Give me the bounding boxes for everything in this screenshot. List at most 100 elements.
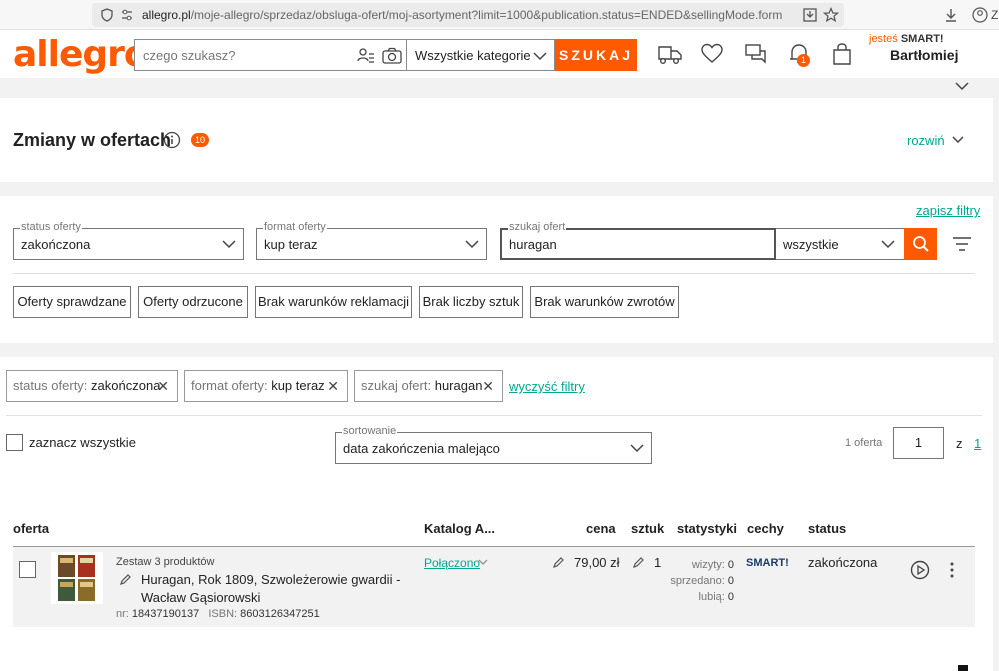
quick-filter-no-returns[interactable]: Brak warunków zwrotów [530, 286, 679, 318]
search-history-icon[interactable] [357, 47, 375, 65]
pencil-icon[interactable] [632, 556, 645, 569]
chevron-down-icon [478, 559, 488, 565]
col-header-features: cechy [747, 521, 784, 536]
active-filter-chip-status[interactable]: status oferty: zakończona ✕ [6, 370, 178, 402]
chevron-down-icon [955, 82, 969, 91]
last-page-link[interactable]: 1 [974, 436, 981, 451]
offer-identifiers: nr: 18437190137 ISBN: 8603126347251 [116, 608, 320, 620]
format-filter-value: kup teraz [264, 237, 318, 252]
close-icon[interactable]: ✕ [157, 371, 169, 401]
status-filter-label: status oferty [20, 221, 82, 233]
chevron-down-icon [630, 444, 644, 453]
pencil-icon[interactable] [552, 556, 565, 569]
cart-bag-icon[interactable] [832, 42, 852, 66]
offer-thumbnail[interactable] [51, 552, 103, 604]
messages-icon[interactable] [745, 43, 767, 65]
sort-select[interactable]: sortowanie data zakończenia malejąco [335, 425, 652, 464]
book-set-image-icon [58, 555, 95, 601]
quick-filter-checked[interactable]: Oferty sprawdzane [13, 286, 131, 318]
close-icon[interactable]: ✕ [482, 371, 494, 401]
reader-mode-icon[interactable] [802, 7, 818, 23]
offer-search-label: szukaj ofert [508, 221, 567, 233]
divider [13, 273, 975, 274]
expand-link[interactable]: rozwiń [907, 133, 945, 148]
changes-title: Zmiany w ofertach [13, 130, 172, 150]
col-header-catalog[interactable]: Katalog A... [424, 521, 495, 536]
divider [6, 415, 982, 416]
smart-feature-badge: SMART! [746, 557, 789, 569]
col-header-stats[interactable]: statystyki [677, 521, 737, 536]
select-all-checkbox[interactable] [6, 434, 23, 451]
heart-icon[interactable] [701, 43, 723, 65]
shield-icon [101, 8, 113, 22]
sort-label: sortowanie [342, 425, 398, 437]
browser-toolbar: allegro.pl/moje-allegro/sprzedaz/obsluga… [0, 0, 999, 30]
filters-panel: zapisz filtry status oferty zakończona f… [0, 196, 993, 343]
allegro-logo[interactable]: allegro [13, 34, 149, 75]
changes-count-badge: 10 [191, 133, 209, 147]
save-filters-link[interactable]: zapisz filtry [916, 203, 980, 218]
offer-price: 79,00 zł [574, 555, 620, 570]
offer-search-value: huragan [509, 237, 557, 252]
info-icon[interactable] [163, 131, 181, 149]
catalog-status-link[interactable]: Połączono [424, 556, 480, 570]
download-icon[interactable] [943, 7, 959, 23]
quick-filter-rejected[interactable]: Oferty odrzucone [138, 286, 248, 318]
offer-title[interactable]: Huragan, Rok 1809, Szwoleżerowie gwardii… [141, 571, 400, 607]
page-input[interactable]: 1 [893, 427, 944, 459]
search-scope-select[interactable]: wszystkie [776, 228, 905, 260]
address-bar[interactable]: allegro.pl/moje-allegro/sprzedaz/obsluga… [92, 3, 844, 27]
offer-count: 1 oferta [845, 437, 883, 449]
offer-status: zakończona [808, 555, 878, 570]
camera-icon[interactable] [382, 47, 402, 65]
smart-status[interactable]: jesteś SMART! [869, 33, 944, 45]
clear-filters-link[interactable]: wyczyść filtry [509, 379, 585, 394]
category-select[interactable]: Wszystkie kategorie [407, 39, 555, 71]
site-settings-icon[interactable] [120, 8, 134, 22]
profile-letter: Z [991, 8, 999, 22]
close-icon[interactable]: ✕ [327, 371, 339, 401]
search-button[interactable]: SZUKAJ [555, 39, 637, 71]
play-resume-icon[interactable] [910, 560, 930, 580]
page-of-label: z [956, 436, 963, 451]
search-icon [913, 236, 929, 252]
col-header-price[interactable]: cena [586, 521, 616, 536]
delivery-truck-icon[interactable] [655, 43, 683, 65]
col-header-quantity[interactable]: sztuk [631, 521, 664, 536]
star-icon[interactable] [823, 7, 839, 23]
site-header: allegro czego szukasz? Wszystkie kategor… [0, 30, 999, 91]
chevron-down-icon [881, 240, 895, 249]
filter-lines-icon[interactable] [952, 236, 972, 252]
search-input[interactable]: czego szukasz? [134, 39, 407, 71]
scroll-marker [958, 665, 968, 671]
more-options-icon[interactable] [948, 561, 956, 579]
offer-search-input[interactable]: szukaj ofert huragan [500, 221, 776, 260]
col-header-offer: oferta [13, 521, 50, 536]
chevron-down-icon [952, 136, 964, 144]
url-text: allegro.pl/moje-allegro/sprzedaz/obsluga… [142, 8, 782, 22]
sort-value: data zakończenia malejąco [343, 441, 500, 456]
row-checkbox[interactable] [19, 561, 36, 578]
format-filter-select[interactable]: format oferty kup teraz [256, 221, 487, 260]
search-placeholder: czego szukasz? [143, 48, 236, 63]
search-scope-value: wszystkie [783, 237, 839, 252]
account-icon[interactable] [972, 7, 988, 23]
active-filter-chip-search[interactable]: szukaj ofert: huragan ✕ [354, 370, 503, 402]
category-value: Wszystkie kategorie [415, 48, 531, 63]
user-menu[interactable]: Bartłomiej [890, 47, 958, 63]
status-filter-value: zakończona [21, 237, 91, 252]
chevron-down-icon [222, 240, 236, 249]
quick-filter-no-quantity[interactable]: Brak liczby sztuk [419, 286, 523, 318]
quick-filter-no-complaints[interactable]: Brak warunków reklamacji [255, 286, 412, 318]
status-filter-select[interactable]: status oferty zakończona [13, 221, 244, 260]
select-all-label[interactable]: zaznacz wszystkie [29, 435, 136, 450]
pencil-icon[interactable] [119, 573, 132, 586]
chevron-down-icon [465, 240, 479, 249]
table-row[interactable]: Zestaw 3 produktów Huragan, Rok 1809, Sz… [13, 547, 975, 627]
offer-search-button[interactable] [904, 228, 937, 260]
format-filter-label: format oferty [263, 221, 327, 233]
changes-panel: Zmiany w ofertach 10 rozwiń [0, 98, 993, 182]
notification-badge: 1 [797, 54, 810, 67]
set-label: Zestaw 3 produktów [116, 556, 215, 568]
active-filter-chip-format[interactable]: format oferty: kup teraz ✕ [184, 370, 348, 402]
